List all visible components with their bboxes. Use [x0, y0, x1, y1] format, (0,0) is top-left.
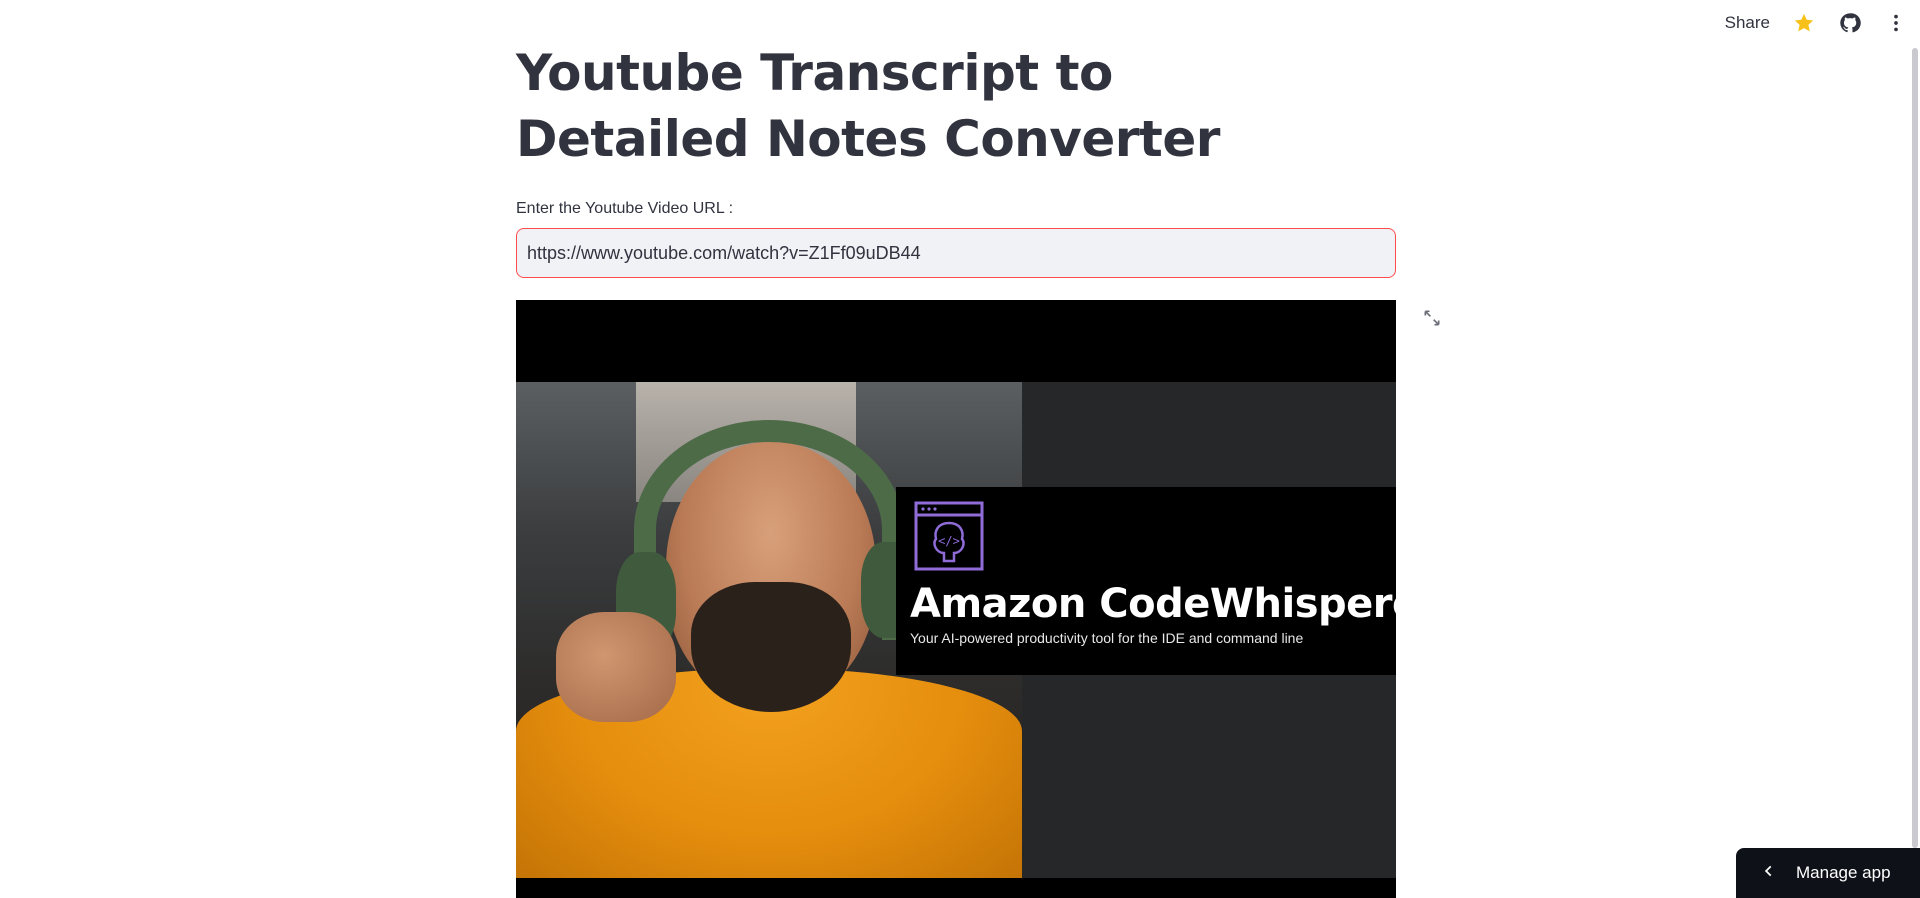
video-player[interactable]: </> Amazon CodeWhisperer Your AI-powered… [516, 300, 1396, 898]
svg-text:</>: </> [938, 534, 960, 548]
video-thumbnail: </> Amazon CodeWhisperer Your AI-powered… [516, 382, 1396, 878]
more-vertical-icon[interactable] [1884, 11, 1908, 35]
thumbnail-tagline: Your AI-powered productivity tool for th… [910, 630, 1304, 646]
fullscreen-icon[interactable] [1420, 306, 1444, 330]
chevron-left-icon [1762, 863, 1776, 883]
streamlit-app: Share Youtube Transcript to Detailed Not… [0, 0, 1920, 898]
main-content: Youtube Transcript to Detailed Notes Con… [516, 40, 1396, 278]
url-input-label: Enter the Youtube Video URL : [516, 200, 734, 217]
star-icon[interactable] [1792, 11, 1816, 35]
manage-app-label: Manage app [1796, 863, 1891, 882]
page-title: Youtube Transcript to Detailed Notes Con… [516, 44, 1220, 168]
share-button[interactable]: Share [1725, 13, 1770, 33]
manage-app-button[interactable]: Manage app [1736, 848, 1920, 898]
code-brain-icon: </> [914, 501, 984, 571]
thumbnail-heading: Amazon CodeWhisperer [910, 581, 1396, 627]
github-icon[interactable] [1838, 11, 1862, 35]
page-scrollbar[interactable] [1910, 0, 1920, 898]
scrollbar-thumb[interactable] [1912, 48, 1918, 848]
youtube-url-input[interactable] [516, 228, 1396, 278]
thumbnail-banner: </> Amazon CodeWhisperer Your AI-powered… [896, 487, 1396, 675]
top-toolbar: Share [1725, 8, 1908, 38]
